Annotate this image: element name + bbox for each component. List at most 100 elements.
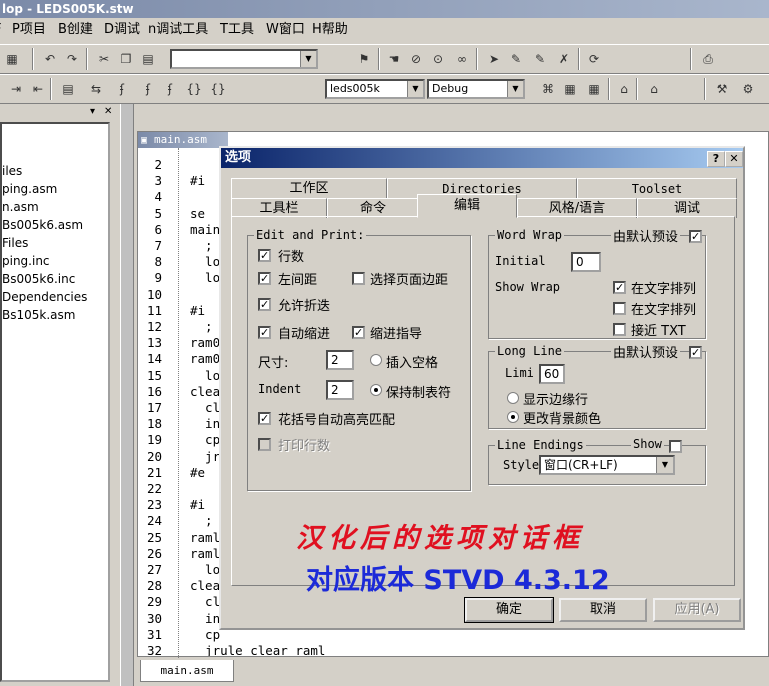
menu-help[interactable]: H帮助 xyxy=(312,21,348,39)
tree-item[interactable]: Bs105k.asm xyxy=(2,308,75,322)
tab-toolset[interactable]: Toolset xyxy=(577,178,737,198)
size-input[interactable]: 2 xyxy=(326,350,354,370)
chevron-down-icon[interactable]: ▼ xyxy=(300,51,316,67)
refresh-icon[interactable]: ⟳ xyxy=(584,49,604,69)
wrap-opt2-checkbox[interactable] xyxy=(613,302,626,315)
wrap-checkbox[interactable]: ✓ xyxy=(258,298,271,311)
tab-commands[interactable]: 命令 xyxy=(327,198,419,218)
download-icon[interactable]: ⌂ xyxy=(644,79,664,99)
tree-item[interactable]: ping.inc xyxy=(2,254,50,268)
style-select[interactable]: 窗口(CR+LF) ▼ xyxy=(539,455,675,475)
bookmark-icon[interactable]: ⇆ xyxy=(86,79,106,99)
code-line[interactable]: cl xyxy=(190,594,220,609)
tab-toolbars[interactable]: 工具栏 xyxy=(231,198,327,218)
tab-style-language[interactable]: 风格/语言 xyxy=(517,198,637,218)
code-line[interactable]: raml xyxy=(190,530,220,545)
menu-window[interactable]: W窗口 xyxy=(266,21,305,39)
code-line[interactable]: lo xyxy=(190,254,220,269)
save-all-icon[interactable]: ▦ xyxy=(2,49,22,69)
menu-debug-tools[interactable]: n调试工具 xyxy=(148,21,208,39)
code-line[interactable]: lo xyxy=(190,562,220,577)
debug-settings-icon[interactable]: ⚙ xyxy=(738,79,758,99)
code-line[interactable]: cl xyxy=(190,400,220,415)
show-checkbox[interactable] xyxy=(669,440,682,453)
cancel-button[interactable]: 取消 xyxy=(559,598,647,622)
select-margin-checkbox[interactable] xyxy=(352,272,365,285)
code-line[interactable]: #i xyxy=(190,497,205,512)
tab-main-asm[interactable]: main.asm xyxy=(140,660,234,682)
word-wrap-default-checkbox[interactable]: ✓ xyxy=(689,230,702,243)
print-icon[interactable]: ⎙ xyxy=(698,49,718,69)
code-line[interactable]: cp xyxy=(190,627,220,642)
config-combo[interactable]: Debug ▼ xyxy=(427,79,525,99)
code-line[interactable]: lo xyxy=(190,368,220,383)
code-line[interactable]: #e xyxy=(190,465,205,480)
ok-button[interactable]: 确定 xyxy=(464,597,554,623)
menu-debug[interactable]: D调试 xyxy=(104,21,140,39)
step-icon[interactable]: ✎ xyxy=(506,49,526,69)
menu-tools[interactable]: T工具 xyxy=(220,21,254,39)
brace-match-checkbox[interactable]: ✓ xyxy=(258,412,271,425)
indent-input[interactable]: 2 xyxy=(326,380,354,400)
pin-icon[interactable]: ▾ xyxy=(90,106,95,117)
brace-icon[interactable]: {} xyxy=(184,79,204,99)
close-icon[interactable]: ✕ xyxy=(104,106,112,117)
wrap-opt1-checkbox[interactable]: ✓ xyxy=(613,281,626,294)
code-line[interactable]: clea xyxy=(190,578,220,593)
tree-item[interactable]: Files xyxy=(2,236,28,250)
paste-icon[interactable]: ▤ xyxy=(138,49,158,69)
tree-item[interactable]: ping.asm xyxy=(2,182,57,196)
code-line[interactable]: main xyxy=(190,222,220,237)
code-line[interactable]: ; xyxy=(190,238,213,253)
code-line[interactable]: se xyxy=(190,206,205,221)
help-button[interactable]: ? xyxy=(707,151,725,167)
code-line[interactable]: #i xyxy=(190,173,205,188)
copy-icon[interactable]: ❐ xyxy=(116,49,136,69)
tab-workspace[interactable]: 工作区 xyxy=(231,178,387,198)
keep-tabs-radio[interactable] xyxy=(370,384,382,396)
tree-item[interactable]: iles xyxy=(2,164,22,178)
clean-icon[interactable]: ⌂ xyxy=(614,79,634,99)
breakpoint-icon[interactable]: ⊘ xyxy=(406,49,426,69)
cut-icon[interactable]: ✂ xyxy=(94,49,114,69)
brace-match-icon[interactable]: {} xyxy=(208,79,228,99)
change-bg-radio[interactable] xyxy=(507,411,519,423)
watch-icon[interactable]: ⊙ xyxy=(428,49,448,69)
run-icon[interactable]: ➤ xyxy=(484,49,504,69)
find-combo[interactable]: ▼ xyxy=(170,49,318,69)
auto-indent-checkbox[interactable]: ✓ xyxy=(258,326,271,339)
code-line[interactable]: jrule clear_raml xyxy=(190,643,325,656)
menu-project[interactable]: P项目 xyxy=(12,21,46,39)
splitter[interactable] xyxy=(120,104,134,686)
indent-guides-checkbox[interactable]: ✓ xyxy=(352,326,365,339)
code-line[interactable]: in xyxy=(190,611,220,626)
tab-editor[interactable]: 编辑 xyxy=(417,194,517,218)
code-line[interactable]: in xyxy=(190,416,220,431)
bookmark-clear-icon[interactable]: ʄ xyxy=(160,79,180,99)
code-line[interactable]: cp xyxy=(190,432,220,447)
menu-file[interactable]: F xyxy=(0,21,1,39)
tree-item[interactable]: Bs005k6.inc xyxy=(2,272,75,286)
stop-icon[interactable]: ✗ xyxy=(554,49,574,69)
tab-debug[interactable]: 调试 xyxy=(637,198,737,218)
insert-spaces-radio[interactable] xyxy=(370,354,382,366)
code-line[interactable]: lo xyxy=(190,270,220,285)
show-edge-radio[interactable] xyxy=(507,392,519,404)
step-over-icon[interactable]: ✎ xyxy=(530,49,550,69)
left-margin-checkbox[interactable]: ✓ xyxy=(258,272,271,285)
indent-icon[interactable]: ⇥ xyxy=(6,79,26,99)
bookmark-next-icon[interactable]: ʄ xyxy=(112,79,132,99)
project-combo[interactable]: leds005k ▼ xyxy=(325,79,425,99)
glasses-icon[interactable]: ∞ xyxy=(452,49,472,69)
limit-input[interactable]: 60 xyxy=(539,364,565,384)
comment-icon[interactable]: ▤ xyxy=(58,79,78,99)
code-line[interactable]: clea xyxy=(190,384,220,399)
tree-item[interactable]: Dependencies xyxy=(2,290,87,304)
long-line-default-checkbox[interactable]: ✓ xyxy=(689,346,702,359)
tree-item[interactable]: Bs005k6.asm xyxy=(2,218,83,232)
code-line[interactable]: ; xyxy=(190,513,213,528)
wrap-opt3-checkbox[interactable] xyxy=(613,323,626,336)
rebuild-icon[interactable]: ▦ xyxy=(584,79,604,99)
menu-build[interactable]: B创建 xyxy=(58,21,93,39)
undo-icon[interactable]: ↶ xyxy=(40,49,60,69)
